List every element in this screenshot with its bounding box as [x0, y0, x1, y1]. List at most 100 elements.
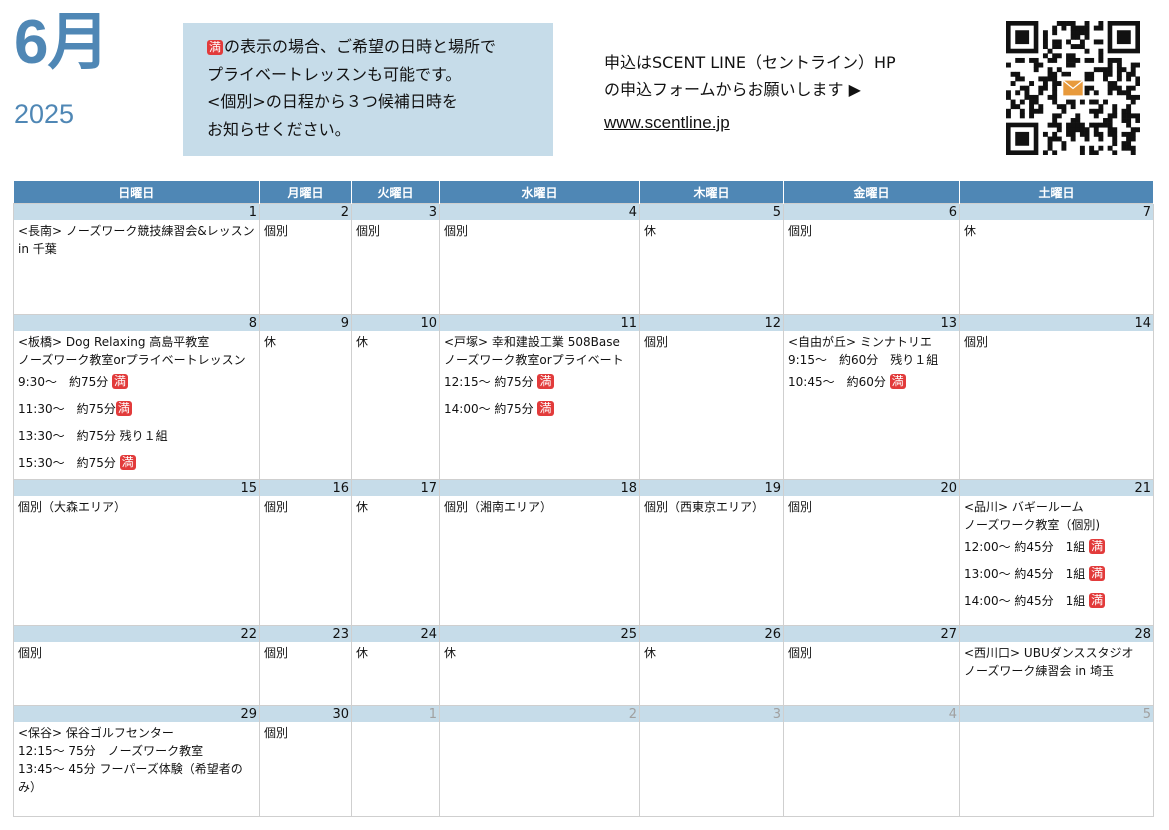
- event-line: <西川口> UBUダンススタジオ: [964, 646, 1134, 660]
- event-line: 10:45～ 約60分 満: [788, 374, 906, 389]
- full-badge: 満: [112, 374, 129, 389]
- event-line: 12:00～ 約45分 1組 満: [964, 539, 1106, 554]
- day-cell[interactable]: 26 休: [639, 625, 784, 706]
- day-cell[interactable]: 3: [639, 705, 784, 817]
- day-cell[interactable]: 14 個別: [959, 314, 1154, 480]
- website-link[interactable]: www.scentline.jp: [604, 109, 896, 136]
- event-line: <長南> ノーズワーク競技練習会&レッスン in 千葉: [18, 224, 255, 256]
- day-events: 休: [352, 331, 439, 479]
- event-line: 14:00～ 約75分 満: [444, 401, 554, 416]
- event-line: 個別: [264, 726, 289, 740]
- event-line: 13:45～ 45分 フーパーズ体験（希望者のみ）: [18, 762, 243, 794]
- day-number: 17: [352, 480, 439, 496]
- calendar-grid: 日曜日 月曜日 火曜日 水曜日 木曜日 金曜日 土曜日 1 <長南> ノーズワーク…: [13, 181, 1154, 817]
- day-number: 18: [440, 480, 639, 496]
- day-events: 個別（湘南エリア）: [440, 496, 639, 625]
- day-cell[interactable]: 1: [351, 705, 440, 817]
- day-number: 24: [352, 626, 439, 642]
- day-cell[interactable]: 28 <西川口> UBUダンススタジオ ノーズワーク練習会 in 埼玉: [959, 625, 1154, 706]
- event-line: 休: [264, 335, 277, 349]
- notice-box: 満の表示の場合、ご希望の日時と場所で プライベートレッスンも可能です。 <個別>…: [183, 23, 553, 156]
- day-number: 23: [260, 626, 351, 642]
- event-line: 個別: [644, 335, 669, 349]
- day-cell[interactable]: 16 個別: [259, 479, 352, 626]
- day-events: 個別: [784, 220, 959, 314]
- event-line: ノーズワーク教室orプライベートレッスン: [18, 353, 246, 367]
- day-events: 個別: [260, 220, 351, 314]
- week-row: 15 個別（大森エリア） 16 個別 17 休 18 個別（湘南エリア） 19 個別（西東京エリア…: [13, 479, 1154, 626]
- day-cell[interactable]: 6 個別: [783, 203, 960, 315]
- weekday-header: 月曜日: [259, 181, 352, 204]
- day-cell[interactable]: 3 個別: [351, 203, 440, 315]
- day-events: 個別: [640, 331, 783, 479]
- day-cell[interactable]: 13 <自由が丘> ミンナトリエ 9:15～ 約60分 残り１組 10:45～ 約60…: [783, 314, 960, 480]
- day-cell[interactable]: 7休: [959, 203, 1154, 315]
- event-line: 個別: [356, 224, 381, 238]
- weekday-header: 金曜日: [783, 181, 960, 204]
- day-cell[interactable]: 22 個別: [13, 625, 260, 706]
- day-number: 5: [960, 706, 1153, 722]
- event-line: <品川> バギールーム: [964, 500, 1084, 514]
- event-line: <保谷> 保谷ゴルフセンター: [18, 726, 174, 740]
- weekday-header-row: 日曜日 月曜日 火曜日 水曜日 木曜日 金曜日 土曜日: [13, 181, 1154, 204]
- day-events: 個別（西東京エリア）: [640, 496, 783, 625]
- day-cell[interactable]: 12 個別: [639, 314, 784, 480]
- full-badge: 満: [889, 374, 906, 389]
- event-line: 個別（湘南エリア）: [444, 500, 553, 514]
- notice-line: <個別>の日程から３つ候補日時を: [207, 92, 458, 111]
- day-cell[interactable]: 9休: [259, 314, 352, 480]
- event-line: 休: [644, 224, 657, 238]
- day-events: 個別: [960, 331, 1153, 479]
- day-cell[interactable]: 10 休: [351, 314, 440, 480]
- event-line: 個別: [444, 224, 469, 238]
- day-cell[interactable]: 15 個別（大森エリア）: [13, 479, 260, 626]
- day-number: 8: [14, 315, 259, 331]
- day-cell[interactable]: 29 <保谷> 保谷ゴルフセンター 12:15～ 75分 ノーズワーク教室 13:45…: [13, 705, 260, 817]
- day-cell[interactable]: 30 個別: [259, 705, 352, 817]
- day-events: 個別: [260, 496, 351, 625]
- day-events: [640, 722, 783, 816]
- weekday-header: 火曜日: [351, 181, 440, 204]
- day-events: [352, 722, 439, 816]
- day-cell[interactable]: 20 個別: [783, 479, 960, 626]
- day-cell[interactable]: 11 <戸塚> 幸和建設工業 508Base ノーズワーク教室orプライベート 12:…: [439, 314, 640, 480]
- event-line: 11:30～ 約75分満: [18, 401, 132, 416]
- day-events: <戸塚> 幸和建設工業 508Base ノーズワーク教室orプライベート 12:15…: [440, 331, 639, 479]
- qr-code-icon[interactable]: [1006, 21, 1140, 155]
- event-line: 9:15～ 約60分 残り１組: [788, 353, 939, 367]
- day-cell[interactable]: 4 個別: [439, 203, 640, 315]
- full-badge: 満: [537, 374, 554, 389]
- day-cell[interactable]: 18 個別（湘南エリア）: [439, 479, 640, 626]
- day-events: 個別（大森エリア）: [14, 496, 259, 625]
- event-line: ノーズワーク練習会 in 埼玉: [964, 664, 1114, 678]
- day-cell[interactable]: 4: [783, 705, 960, 817]
- day-cell[interactable]: 5: [959, 705, 1154, 817]
- day-events: [440, 722, 639, 816]
- day-cell[interactable]: 25 休: [439, 625, 640, 706]
- day-number: 19: [640, 480, 783, 496]
- day-cell[interactable]: 23 個別: [259, 625, 352, 706]
- full-badge: 満: [1089, 566, 1106, 581]
- event-line: 14:00～ 約45分 1組 満: [964, 593, 1106, 608]
- day-number: 20: [784, 480, 959, 496]
- day-cell[interactable]: 17 休: [351, 479, 440, 626]
- day-events: <品川> バギールーム ノーズワーク教室（個別) 12:00～ 約45分 1組 満 1…: [960, 496, 1153, 625]
- day-cell[interactable]: 27 個別: [783, 625, 960, 706]
- notice-line: 満の表示の場合、ご希望の日時と場所で: [207, 37, 497, 56]
- day-cell[interactable]: 8 <板橋> Dog Relaxing 高島平教室 ノーズワーク教室orプライベート…: [13, 314, 260, 480]
- day-number: 29: [14, 706, 259, 722]
- day-events: <保谷> 保谷ゴルフセンター 12:15～ 75分 ノーズワーク教室 13:45～ …: [14, 722, 259, 816]
- day-events: 休: [352, 642, 439, 705]
- weekday-header: 水曜日: [439, 181, 640, 204]
- day-cell[interactable]: 5休: [639, 203, 784, 315]
- apply-info: 申込はSCENT LINE（セントライン）HP の申込フォームからお願いします …: [604, 49, 896, 136]
- full-badge: 満: [207, 40, 224, 55]
- day-number: 4: [784, 706, 959, 722]
- day-cell[interactable]: 21 <品川> バギールーム ノーズワーク教室（個別) 12:00～ 約45分 1組 …: [959, 479, 1154, 626]
- event-line: 個別: [964, 335, 989, 349]
- day-cell[interactable]: 19 個別（西東京エリア）: [639, 479, 784, 626]
- day-cell[interactable]: 24 休: [351, 625, 440, 706]
- day-cell[interactable]: 1 <長南> ノーズワーク競技練習会&レッスン in 千葉: [13, 203, 260, 315]
- day-cell[interactable]: 2: [439, 705, 640, 817]
- day-cell[interactable]: 2 個別: [259, 203, 352, 315]
